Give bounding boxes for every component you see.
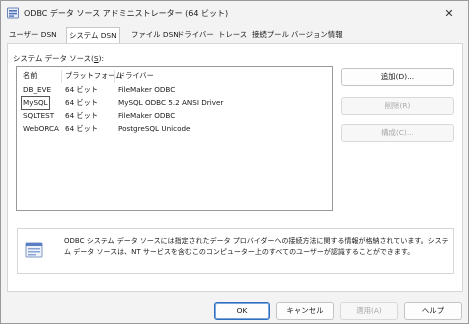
configure-button[interactable]: 構成(C)... [341,124,454,142]
tab-tracing[interactable]: トレース [216,28,249,42]
help-button[interactable]: ヘルプ [404,302,462,320]
odbc-admin-window: ODBC データ ソース アドミニストレーター (64 ビット) ✕ ユーザー … [0,0,469,324]
apply-button[interactable]: 適用(A) [340,302,398,320]
list-item-mysql[interactable]: MySQL 64 ビット MySQL ODBC 5.2 ANSI Driver [17,96,332,110]
ok-button[interactable]: OK [214,302,270,320]
tab-system-dsn[interactable]: システム DSN [66,27,120,43]
close-icon[interactable]: ✕ [437,5,461,23]
dsn-platform: 64 ビット [65,124,98,133]
title-bar: ODBC データ ソース アドミニストレーター (64 ビット) ✕ [1,1,468,27]
dsn-driver: FileMaker ODBC [118,111,176,120]
data-source-icon [25,242,43,258]
list-item-weborca[interactable]: WebORCA 64 ビット PostgreSQL Unicode [17,123,332,135]
add-button[interactable]: 追加(D)... [341,68,454,86]
tab-user-dsn[interactable]: ユーザー DSN [7,28,59,42]
dsn-name: WebORCA [23,124,59,133]
column-header-driver[interactable]: ドライバー [118,71,154,81]
window-title: ODBC データ ソース アドミニストレーター (64 ビット) [24,9,229,18]
info-text: ODBC システム データ ソースには指定されたデータ プロバイダーへの接続方法… [64,237,449,256]
dsn-name: DB_EVE [23,85,52,94]
column-divider[interactable] [61,70,62,83]
odbc-app-icon [7,7,19,19]
info-box: ODBC システム データ ソースには指定されたデータ プロバイダーへの接続方法… [17,228,454,274]
cancel-button[interactable]: キャンセル [276,302,334,320]
system-dsn-list[interactable]: 名前 プラットフォーム ドライバー DB_EVE 64 ビット FileMake… [16,66,333,211]
dsn-name: MySQL [21,96,50,110]
tab-strip: ユーザー DSN システム DSN ファイル DSN ドライバー トレース 接続… [7,27,463,43]
dsn-driver: PostgreSQL Unicode [118,124,191,133]
dsn-platform: 64 ビット [65,98,98,107]
tab-connection-pooling[interactable]: 接続プール [250,28,291,42]
dsn-name: SQLTEST [23,111,55,120]
list-item-db-eve[interactable]: DB_EVE 64 ビット FileMaker ODBC [17,84,332,96]
list-label: システム データ ソース(S): [13,54,104,63]
column-header-name[interactable]: 名前 [23,71,37,81]
dsn-driver: FileMaker ODBC [118,85,176,94]
tab-drivers[interactable]: ドライバー [175,28,216,42]
column-divider[interactable] [114,70,115,83]
remove-button[interactable]: 削除(R) [341,97,454,115]
dsn-driver: MySQL ODBC 5.2 ANSI Driver [118,98,224,107]
tab-file-dsn[interactable]: ファイル DSN [129,28,181,42]
dialog-footer: OK キャンセル 適用(A) ヘルプ [1,293,468,323]
list-item-sqltest[interactable]: SQLTEST 64 ビット FileMaker ODBC [17,110,332,122]
dsn-platform: 64 ビット [65,111,98,120]
dsn-platform: 64 ビット [65,85,98,94]
tab-about[interactable]: バージョン情報 [289,28,345,42]
